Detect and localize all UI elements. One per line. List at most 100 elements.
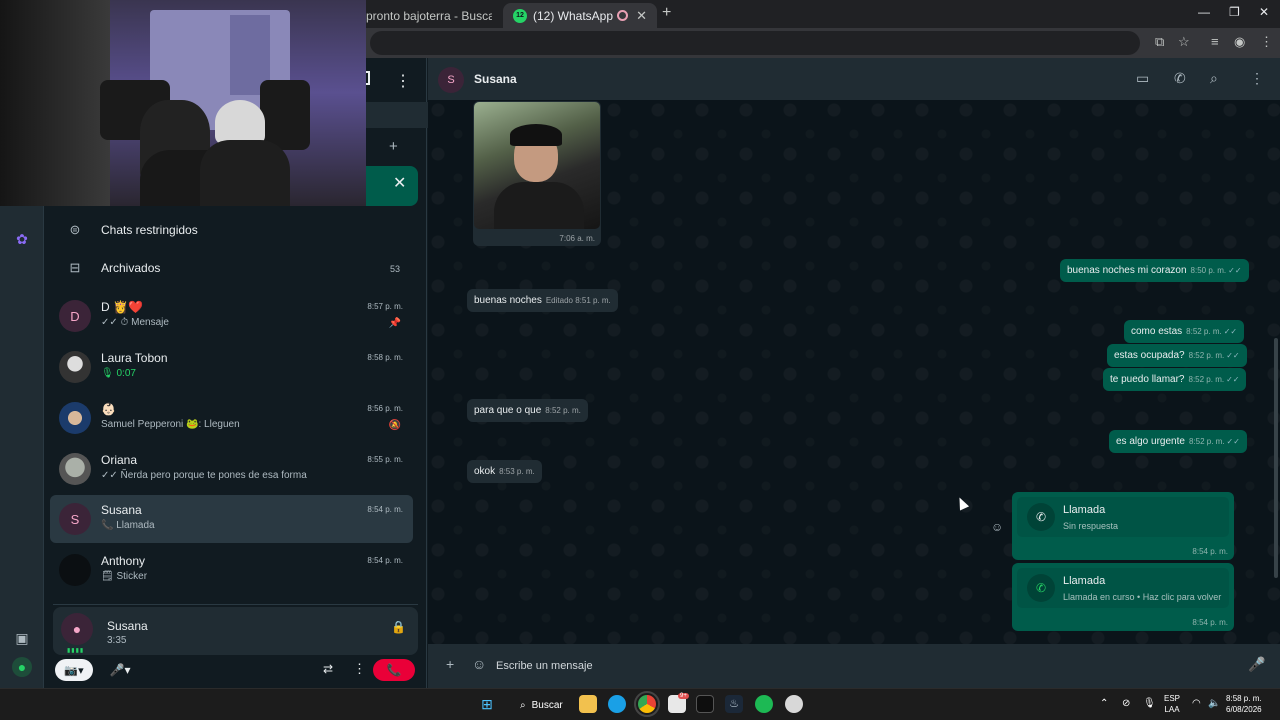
- browser-menu-icon[interactable]: ⋮: [1260, 34, 1273, 50]
- chat-time: 8:55 p. m.: [367, 455, 403, 464]
- call-subtitle: Sin respuesta: [1063, 521, 1119, 531]
- address-bar[interactable]: [370, 31, 1140, 55]
- message-bubble[interactable]: te puedo llamar? 8:52 p. m. ✓✓: [1103, 368, 1247, 391]
- message-bubble[interactable]: como estas 8:52 p. m. ✓✓: [1124, 320, 1245, 343]
- chat-preview: 🗒 Sticker: [101, 571, 148, 582]
- steam-icon[interactable]: ♨: [725, 695, 743, 713]
- message-time: Editado 8:51 p. m.: [545, 296, 611, 305]
- call-card-missed[interactable]: ✆ Llamada Sin respuesta 8:54 p. m.: [1012, 492, 1234, 560]
- close-tab-icon[interactable]: ✕: [636, 8, 647, 24]
- message-bubble[interactable]: okok 8:53 p. m.: [467, 460, 542, 483]
- chevron-up-icon[interactable]: ⌃: [1100, 698, 1108, 709]
- scrollbar[interactable]: [1274, 338, 1278, 578]
- message-bubble[interactable]: estas ocupada? 8:52 p. m. ✓✓: [1107, 344, 1247, 367]
- active-call-bar: ● ▮▮▮▮ Susana 3:35 🔒 📷 ▾ 🎤 ▾ ⇄ ⋮ 📞: [53, 604, 418, 688]
- mic-icon: 🎙: [101, 368, 114, 379]
- message-bubble[interactable]: es algo urgente 8:52 p. m. ✓✓: [1109, 430, 1247, 453]
- archived-row[interactable]: ⊟ Archivados: [66, 256, 161, 280]
- screen-share-button[interactable]: ⇄: [323, 662, 333, 676]
- contact-avatar[interactable]: S: [438, 67, 464, 93]
- chat-name: Anthony: [101, 554, 146, 568]
- call-title: Llamada: [1063, 575, 1106, 587]
- call-card-body: ✆ Llamada Llamada en curso • Haz clic pa…: [1017, 568, 1229, 608]
- microphone-tray-icon[interactable]: 🎙: [1143, 698, 1156, 709]
- new-tab-button[interactable]: +: [662, 4, 671, 22]
- call-more-button[interactable]: ⋮: [353, 661, 366, 677]
- hang-up-button[interactable]: 📞: [373, 659, 415, 681]
- message-time: 8:52 p. m.: [1188, 351, 1225, 360]
- voice-message-icon[interactable]: 🎤: [1248, 656, 1265, 673]
- chat-item-group[interactable]: 👶🏻 Samuel Pepperoni 🐸: Lleguen 8:56 p. m…: [50, 394, 413, 442]
- voice-call-icon[interactable]: ✆: [1174, 70, 1186, 87]
- pin-icon: 📌: [388, 318, 401, 329]
- cap-shape: [215, 100, 265, 145]
- chat-item-susana[interactable]: S Susana 📞 Llamada 8:54 p. m.: [50, 495, 413, 543]
- profile-icon[interactable]: ◉: [1234, 34, 1245, 50]
- contact-name[interactable]: Susana: [474, 72, 517, 86]
- chat-preview: Samuel Pepperoni 🐸: Lleguen: [101, 419, 240, 430]
- tab-label: (12) WhatsApp: [533, 8, 614, 23]
- chrome-icon[interactable]: [634, 691, 660, 717]
- restricted-chats-row[interactable]: ⊜ Chats restringidos: [66, 218, 198, 242]
- window-close-button[interactable]: ✕: [1259, 5, 1269, 19]
- image-message[interactable]: 7:06 a. m.: [473, 101, 601, 246]
- volume-icon[interactable]: 🔈: [1208, 698, 1220, 709]
- message-bubble[interactable]: buenas noches mi corazon 8:50 p. m. ✓✓: [1060, 259, 1249, 282]
- chat-preview: 📞 Llamada: [101, 520, 155, 531]
- keyboard-layout: LAA: [1164, 705, 1180, 714]
- missed-call-icon: ✆: [1027, 503, 1055, 531]
- message-input[interactable]: Escribe un mensaje: [488, 652, 1228, 680]
- close-banner-icon[interactable]: ✕: [393, 173, 406, 193]
- message-text: estas ocupada?: [1114, 350, 1185, 361]
- media-control-icon[interactable]: ≡: [1211, 34, 1219, 49]
- tab-google-search[interactable]: pronto bajoterra - Buscar con G: [356, 3, 502, 28]
- obs-icon[interactable]: [785, 695, 803, 713]
- message-text: buenas noches mi corazon: [1067, 265, 1187, 276]
- taskbar-search[interactable]: ⌕ Buscar: [510, 695, 573, 715]
- call-info-card[interactable]: ● ▮▮▮▮ Susana 3:35 🔒: [53, 607, 418, 655]
- minimize-button[interactable]: —: [1198, 5, 1210, 19]
- microphone-button[interactable]: 🎤 ▾: [105, 659, 135, 681]
- install-app-icon[interactable]: ⧉: [1155, 34, 1164, 50]
- call-duration: 3:35: [107, 635, 127, 646]
- chat-item-anthony[interactable]: Anthony 🗒 Sticker 8:54 p. m.: [50, 546, 413, 594]
- network-off-icon[interactable]: ⊘: [1122, 698, 1130, 709]
- edge-icon[interactable]: [608, 695, 626, 713]
- message-text: okok: [474, 466, 496, 477]
- profile-avatar-icon[interactable]: ●: [12, 657, 32, 677]
- call-contact-name: Susana: [107, 619, 148, 633]
- curtain-shape: [0, 0, 110, 206]
- chat-list-menu-icon[interactable]: ⋮: [395, 71, 411, 91]
- message-text: buenas noches: [474, 295, 542, 306]
- chat-item-laura-tobon[interactable]: Laura Tobon 🎙 0:07 8:58 p. m.: [50, 343, 413, 391]
- meta-ai-icon[interactable]: ✿: [12, 229, 32, 249]
- add-filter-icon[interactable]: +: [389, 138, 398, 155]
- conversation-panel: S Susana ▭ ✆ ⌕ ⋮ 7:06 a. m. buenas noche…: [428, 58, 1280, 688]
- language-indicator[interactable]: ESP LAA: [1164, 693, 1180, 715]
- add-reaction-icon[interactable]: ☺: [991, 520, 1003, 534]
- read-receipt-icon: ✓✓: [1226, 351, 1240, 360]
- spotify-icon[interactable]: [755, 695, 773, 713]
- file-explorer-icon[interactable]: [579, 695, 597, 713]
- chat-item-d[interactable]: D D 👸❤️ ✓✓ ⏱ Mensaje 8:57 p. m. 📌: [50, 292, 413, 340]
- wifi-icon[interactable]: ◠: [1192, 698, 1201, 709]
- tab-whatsapp[interactable]: 12 (12) WhatsApp ✕: [503, 3, 657, 28]
- clock[interactable]: 8:58 p. m. 6/08/2026: [1226, 693, 1262, 715]
- message-bubble[interactable]: buenas noches Editado 8:51 p. m.: [467, 289, 618, 312]
- menu-icon[interactable]: ⋮: [1250, 70, 1264, 87]
- message-bubble[interactable]: para que o que 8:52 p. m.: [467, 399, 588, 422]
- attach-plus-icon[interactable]: +: [446, 656, 454, 672]
- chat-item-oriana[interactable]: Oriana ✓✓ Ñerda pero porque te pones de …: [50, 445, 413, 493]
- camera-off-button[interactable]: 📷 ▾: [55, 659, 93, 681]
- restore-button[interactable]: ❐: [1229, 5, 1240, 19]
- chat-preview: ✓✓ Ñerda pero porque te pones de esa for…: [101, 470, 307, 481]
- bookmark-star-icon[interactable]: ☆: [1178, 34, 1190, 50]
- video-call-icon[interactable]: ▭: [1136, 70, 1149, 87]
- media-icon[interactable]: ▣: [12, 628, 32, 648]
- notification-banner: [366, 166, 418, 206]
- terminal-icon[interactable]: [696, 695, 714, 713]
- emoji-sticker-icon[interactable]: ☺: [472, 656, 486, 672]
- call-card-ongoing[interactable]: ✆ Llamada Llamada en curso • Haz clic pa…: [1012, 563, 1234, 631]
- search-icon[interactable]: ⌕: [1210, 70, 1218, 87]
- start-icon[interactable]: ⊞: [478, 695, 496, 713]
